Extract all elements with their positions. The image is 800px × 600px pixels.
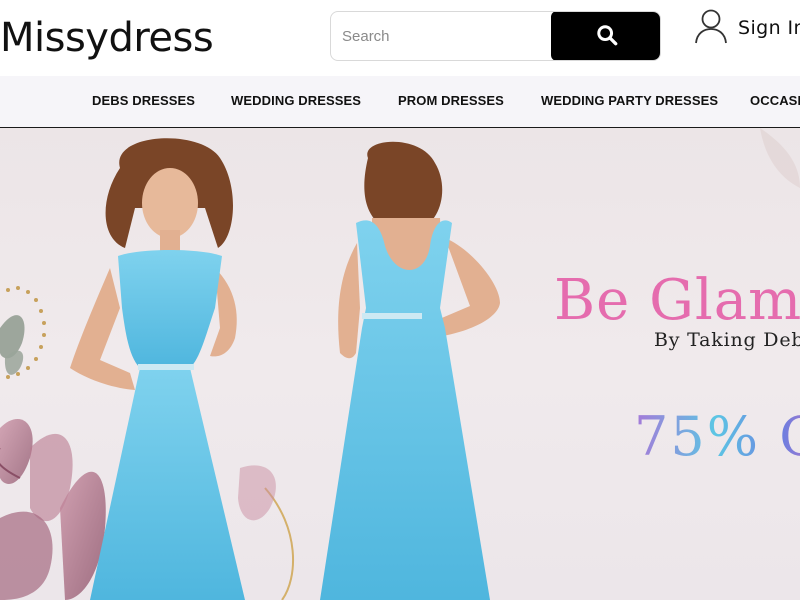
banner-illustration xyxy=(0,128,800,600)
logo-text: Missydress xyxy=(0,15,214,61)
banner-subline: By Taking Debs Dresses xyxy=(654,329,800,351)
nav-item-occasion-dresses[interactable]: OCCASION DRESSES xyxy=(750,76,800,126)
sign-in-link[interactable]: Sign In xyxy=(694,8,800,48)
main-nav: DEBS DRESSES WEDDING DRESSES PROM DRESSE… xyxy=(0,76,800,128)
nav-item-debs-dresses[interactable]: DEBS DRESSES xyxy=(92,76,195,126)
search-bar xyxy=(330,11,661,61)
nav-item-wedding-party-dresses[interactable]: WEDDING PARTY DRESSES xyxy=(541,76,718,126)
model-back xyxy=(320,141,500,600)
site-header: Missydress Sign In xyxy=(0,0,800,76)
sign-in-label: Sign In xyxy=(738,17,800,39)
search-icon xyxy=(596,24,618,49)
search-input[interactable] xyxy=(331,12,551,60)
search-button[interactable] xyxy=(551,12,660,60)
hero-banner[interactable]: Be Glamorous By Taking Debs Dresses 75% … xyxy=(0,128,800,600)
user-icon xyxy=(694,8,728,49)
banner-headline: Be Glamorous xyxy=(554,268,800,333)
banner-discount: 75% OFF xyxy=(634,410,800,464)
site-logo[interactable]: Missydress xyxy=(0,8,214,68)
leaf-decoration xyxy=(0,315,25,375)
nav-item-prom-dresses[interactable]: PROM DRESSES xyxy=(398,76,504,126)
nav-item-wedding-dresses[interactable]: WEDDING DRESSES xyxy=(231,76,361,126)
